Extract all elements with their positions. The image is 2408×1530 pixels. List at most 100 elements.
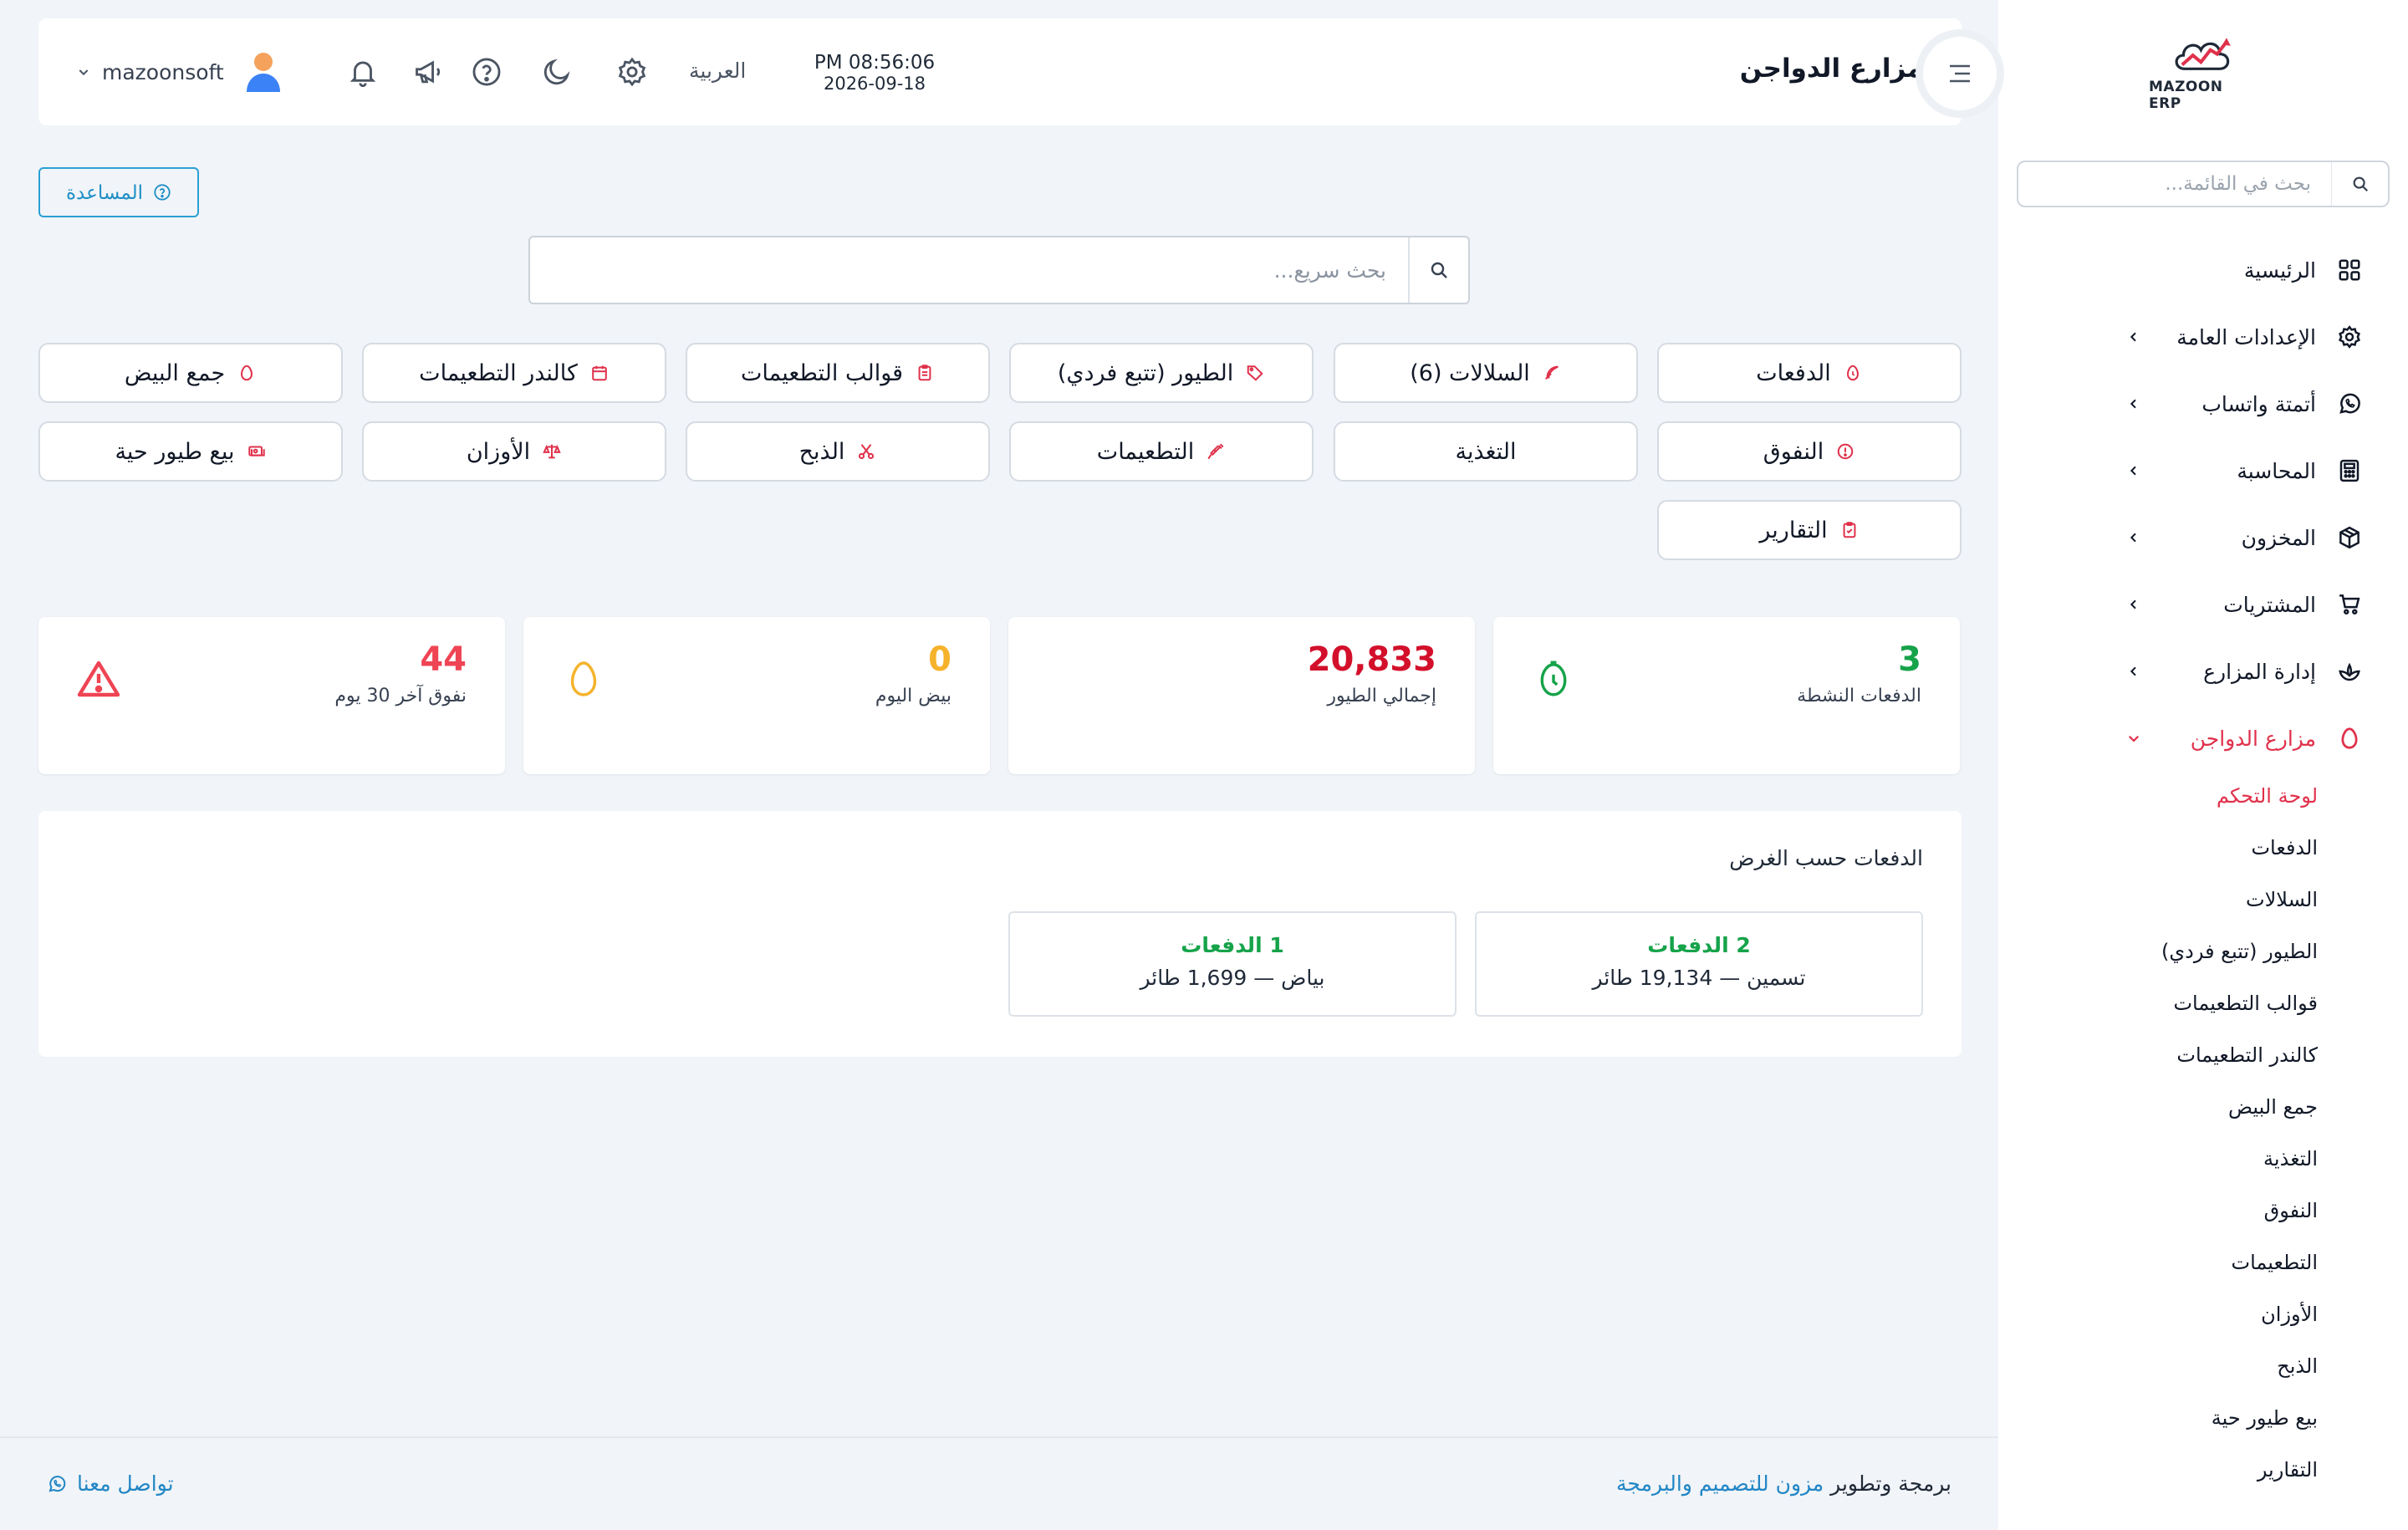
bell-icon[interactable]	[343, 52, 383, 92]
egg-icon	[559, 654, 609, 704]
quick-button-breeds[interactable]: السلالات (6)	[1334, 343, 1638, 403]
sidebar-search-input[interactable]	[2018, 173, 2331, 195]
sidebar-item-label: أتمتة واتساب	[2201, 391, 2316, 416]
language-switch[interactable]: العربية	[689, 59, 746, 83]
footer-credit-prefix: برمجة وتطوير	[1824, 1471, 1951, 1496]
sidebar-item-farm-management[interactable]: إدارة المزارع	[1998, 638, 2408, 705]
app-logo[interactable]: MAZOON ERP	[2149, 35, 2256, 112]
plant-icon	[2334, 656, 2365, 686]
submenu-item-reports[interactable]: التقارير	[1998, 1444, 2408, 1496]
purpose-box-fattening: 2 الدفعات تسمين — 19,134 طائر	[1475, 911, 1923, 1017]
dark-mode-moon-icon[interactable]	[537, 52, 577, 92]
quick-search-input[interactable]	[530, 258, 1408, 283]
purpose-box-title: 2 الدفعات	[1647, 933, 1751, 957]
quick-button-weights[interactable]: الأوزان	[362, 421, 666, 482]
chevron-left-icon	[2122, 392, 2145, 416]
help-circle-icon[interactable]	[467, 52, 507, 92]
quick-button-label: التغذية	[1455, 438, 1517, 465]
quick-button-label: بيع طيور حية	[115, 438, 235, 465]
quick-button-label: الدفعات	[1756, 360, 1831, 386]
sidebar-item-whatsapp[interactable]: أتمتة واتساب	[1998, 370, 2408, 437]
grid-icon	[2334, 255, 2365, 285]
sidebar-item-label: الرئيسية	[2243, 258, 2316, 283]
quick-button-label: الذبح	[798, 438, 845, 465]
contact-label: تواصل معنا	[77, 1471, 174, 1496]
sidebar-item-label: المحاسبة	[2237, 458, 2316, 483]
chevron-left-icon	[2122, 526, 2145, 549]
sidebar: MAZOON ERP الرئيسية الإعدادات العامة أتم…	[1998, 0, 2408, 1530]
stat-card-mortality-30d: 44 نفوق آخر 30 يوم	[38, 617, 505, 774]
submenu-item-vaccination-calendar[interactable]: كالندر التطعيمات	[1998, 1029, 2408, 1081]
help-button[interactable]: المساعدة	[38, 167, 199, 217]
box-icon	[2334, 523, 2365, 553]
search-icon[interactable]	[1408, 237, 1468, 303]
alert-circle-icon	[1835, 441, 1855, 462]
quick-button-label: الأوزان	[466, 438, 531, 465]
sidebar-nav: الرئيسية الإعدادات العامة أتمتة واتساب ا…	[1998, 237, 2408, 772]
sidebar-item-general-settings[interactable]: الإعدادات العامة	[1998, 303, 2408, 370]
sidebar-item-accounting[interactable]: المحاسبة	[1998, 437, 2408, 504]
sidebar-item-label: المخزون	[2241, 525, 2316, 550]
sidebar-item-purchases[interactable]: المشتريات	[1998, 571, 2408, 638]
quick-search	[528, 236, 1470, 304]
contact-us-link[interactable]: تواصل معنا	[47, 1471, 174, 1496]
purpose-box-subtitle: تسمين — 19,134 طائر	[1592, 966, 1806, 990]
money-icon	[247, 441, 267, 462]
submenu-item-feeding[interactable]: التغذية	[1998, 1133, 2408, 1185]
sidebar-item-inventory[interactable]: المخزون	[1998, 504, 2408, 571]
warning-icon	[74, 654, 124, 704]
help-label: المساعدة	[65, 181, 144, 203]
username: mazoonsoft	[102, 59, 224, 84]
page-title: مزارع الدواجن	[1739, 54, 1923, 84]
submenu-item-mortality[interactable]: النفوق	[1998, 1185, 2408, 1237]
sidebar-item-home[interactable]: الرئيسية	[1998, 237, 2408, 303]
quick-button-label: النفوق	[1763, 438, 1824, 465]
menu-toggle-icon[interactable]	[1923, 37, 1997, 110]
chevron-down-icon	[2122, 727, 2145, 750]
quick-button-label: قوالب التطعيمات	[740, 360, 904, 386]
submenu-item-birds[interactable]: الطيور (تتبع فردي)	[1998, 926, 2408, 977]
submenu-item-egg-collection[interactable]: جمع البيض	[1998, 1081, 2408, 1133]
submenu-item-breeds[interactable]: السلالات	[1998, 874, 2408, 926]
quick-button-batches[interactable]: الدفعات	[1657, 343, 1962, 403]
cart-icon	[2334, 589, 2365, 620]
clock-icon	[1528, 654, 1579, 704]
submenu-item-weights[interactable]: الأوزان	[1998, 1288, 2408, 1340]
quick-button-feeding[interactable]: التغذية	[1334, 421, 1638, 482]
submenu-item-vaccinations[interactable]: التطعيمات	[1998, 1237, 2408, 1288]
batches-by-purpose-panel: الدفعات حسب الغرض 2 الدفعات تسمين — 19,1…	[38, 811, 1962, 1057]
clock-time: PM 08:56:06	[814, 52, 936, 74]
quick-button-egg-collection[interactable]: جمع البيض	[38, 343, 343, 403]
megaphone-icon[interactable]	[408, 52, 448, 92]
quick-button-vaccination-templates[interactable]: قوالب التطعيمات	[686, 343, 990, 403]
sidebar-item-poultry-farms[interactable]: مزارع الدواجن	[1998, 705, 2408, 772]
egg-icon	[237, 363, 257, 383]
panel-title: الدفعات حسب الغرض	[1729, 846, 1923, 870]
footer-credit-link[interactable]: مزون للتصميم والبرمجة	[1616, 1471, 1824, 1496]
search-icon[interactable]	[2331, 162, 2388, 206]
submenu-item-live-sales[interactable]: بيع طيور حية	[1998, 1392, 2408, 1444]
quick-button-vaccination-calendar[interactable]: كالندر التطعيمات	[362, 343, 666, 403]
stat-label: الدفعات النشطة	[1797, 686, 1921, 706]
quick-button-reports[interactable]: التقارير	[1657, 500, 1962, 560]
quick-button-slaughter[interactable]: الذبح	[686, 421, 990, 482]
submenu-item-dashboard[interactable]: لوحة التحكم	[1998, 770, 2408, 822]
user-menu[interactable]: mazoonsoft	[77, 48, 283, 95]
clipboard-icon	[1839, 520, 1860, 540]
sidebar-item-label: الإعدادات العامة	[2176, 324, 2316, 349]
stat-value: 20,833	[1307, 640, 1436, 679]
purpose-box-laying: 1 الدفعات بياض — 1,699 طائر	[1008, 911, 1457, 1017]
submenu-item-vaccination-templates[interactable]: قوالب التطعيمات	[1998, 977, 2408, 1029]
submenu-item-slaughter[interactable]: الذبح	[1998, 1340, 2408, 1392]
stat-label: بيض اليوم	[875, 686, 951, 706]
quick-button-mortality[interactable]: النفوق	[1657, 421, 1962, 482]
submenu-item-batches[interactable]: الدفعات	[1998, 822, 2408, 874]
stat-card-eggs-today: 0 بيض اليوم	[523, 617, 990, 774]
syringe-icon	[1206, 441, 1226, 462]
quick-button-live-sales[interactable]: بيع طيور حية	[38, 421, 343, 482]
settings-gear-icon[interactable]	[612, 52, 652, 92]
calendar-icon	[589, 363, 610, 383]
quick-button-vaccinations[interactable]: التطعيمات	[1009, 421, 1314, 482]
quick-button-birds[interactable]: الطيور (تتبع فردي)	[1009, 343, 1314, 403]
clock-date: 2026-09-18	[823, 74, 926, 94]
